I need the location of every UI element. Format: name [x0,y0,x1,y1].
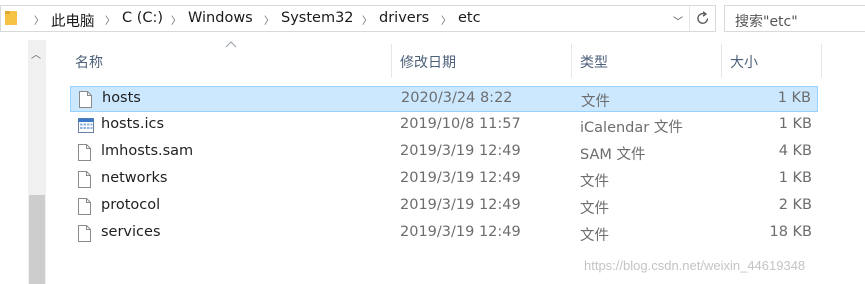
file-row-protocol[interactable]: protocol 2019/3/19 12:49 文件 2 KB [70,194,818,220]
file-icon [78,198,91,219]
address-history-chevron-down-icon[interactable]: ﹀ [673,13,683,28]
file-name: protocol [101,197,161,213]
chevron-right-icon[interactable]: 〉 [362,12,372,27]
file-date: 2019/3/19 12:49 [400,170,521,186]
file-name: services [101,224,161,240]
search-input[interactable]: 搜索"etc" [724,5,865,32]
file-date: 2019/3/19 12:49 [400,143,521,159]
column-divider[interactable] [721,44,722,78]
scrollbar-thumb[interactable] [29,195,45,284]
file-size: 18 KB [769,224,812,240]
breadcrumb-drivers[interactable]: drivers [379,10,429,26]
column-divider[interactable] [571,44,572,78]
file-icon [78,144,91,165]
calendar-icon [78,117,94,137]
breadcrumb-c-drive[interactable]: C (C:) [122,10,163,26]
file-name: hosts.ics [101,116,165,132]
file-icon [79,91,92,112]
breadcrumb-etc[interactable]: etc [458,10,481,26]
column-header-name[interactable]: 名称 [75,52,103,72]
scroll-up-arrow-icon[interactable]: ︿ [31,46,41,61]
file-row-networks[interactable]: networks 2019/3/19 12:49 文件 1 KB [70,167,818,193]
file-date: 2019/3/19 12:49 [400,197,521,213]
refresh-icon [697,11,709,24]
file-size: 1 KB [778,170,812,186]
chevron-right-icon[interactable]: 〉 [34,12,44,27]
column-divider[interactable] [821,44,822,78]
file-size: 2 KB [778,197,812,213]
column-header-date[interactable]: 修改日期 [400,52,456,72]
chevron-right-icon[interactable]: 〉 [264,12,274,27]
breadcrumb-system32[interactable]: System32 [281,10,354,26]
file-row-hosts[interactable]: hosts 2020/3/24 8:22 文件 1 KB [70,86,818,112]
address-bar[interactable]: 〉 此电脑 〉 C (C:) 〉 Windows 〉 System32 〉 dr… [0,5,716,32]
file-size: 1 KB [777,90,811,106]
folder-icon [4,9,18,31]
file-size: 1 KB [778,116,812,132]
column-header-type[interactable]: 类型 [580,52,608,72]
file-type: 文件 [580,228,609,244]
file-row-services[interactable]: services 2019/3/19 12:49 文件 18 KB [70,221,818,247]
breadcrumb-this-pc[interactable]: 此电脑 [51,10,95,31]
file-icon [78,225,91,246]
chevron-right-icon[interactable]: 〉 [171,12,181,27]
chevron-right-icon[interactable]: 〉 [441,12,451,27]
file-type: 文件 [581,94,610,110]
file-type: 文件 [580,201,609,217]
file-date: 2019/3/19 12:49 [400,224,521,240]
chevron-right-icon[interactable]: 〉 [105,12,115,27]
nav-pane-scrollbar[interactable]: ︿ [28,40,46,284]
watermark: https://blog.csdn.net/weixin_44619348 [584,258,806,273]
breadcrumb-windows[interactable]: Windows [188,10,253,26]
file-row-lmhosts-sam[interactable]: lmhosts.sam 2019/3/19 12:49 SAM 文件 4 KB [70,140,818,166]
file-type: 文件 [580,174,609,190]
search-placeholder: 搜索"etc" [735,14,798,30]
file-date: 2020/3/24 8:22 [401,90,513,106]
file-row-hosts-ics[interactable]: hosts.ics 2019/10/8 11:57 iCalendar 文件 1 KB [70,113,818,139]
file-date: 2019/10/8 11:57 [400,116,521,132]
column-header-size[interactable]: 大小 [730,52,758,72]
file-size: 4 KB [778,143,812,159]
file-name: lmhosts.sam [101,143,194,159]
file-type: SAM 文件 [580,147,646,163]
file-type: iCalendar 文件 [580,120,683,136]
sort-ascending-icon [225,41,237,48]
column-divider[interactable] [391,44,392,78]
file-name: hosts [102,90,141,106]
refresh-button[interactable] [689,6,716,31]
file-name: networks [101,170,168,186]
file-icon [78,171,91,192]
